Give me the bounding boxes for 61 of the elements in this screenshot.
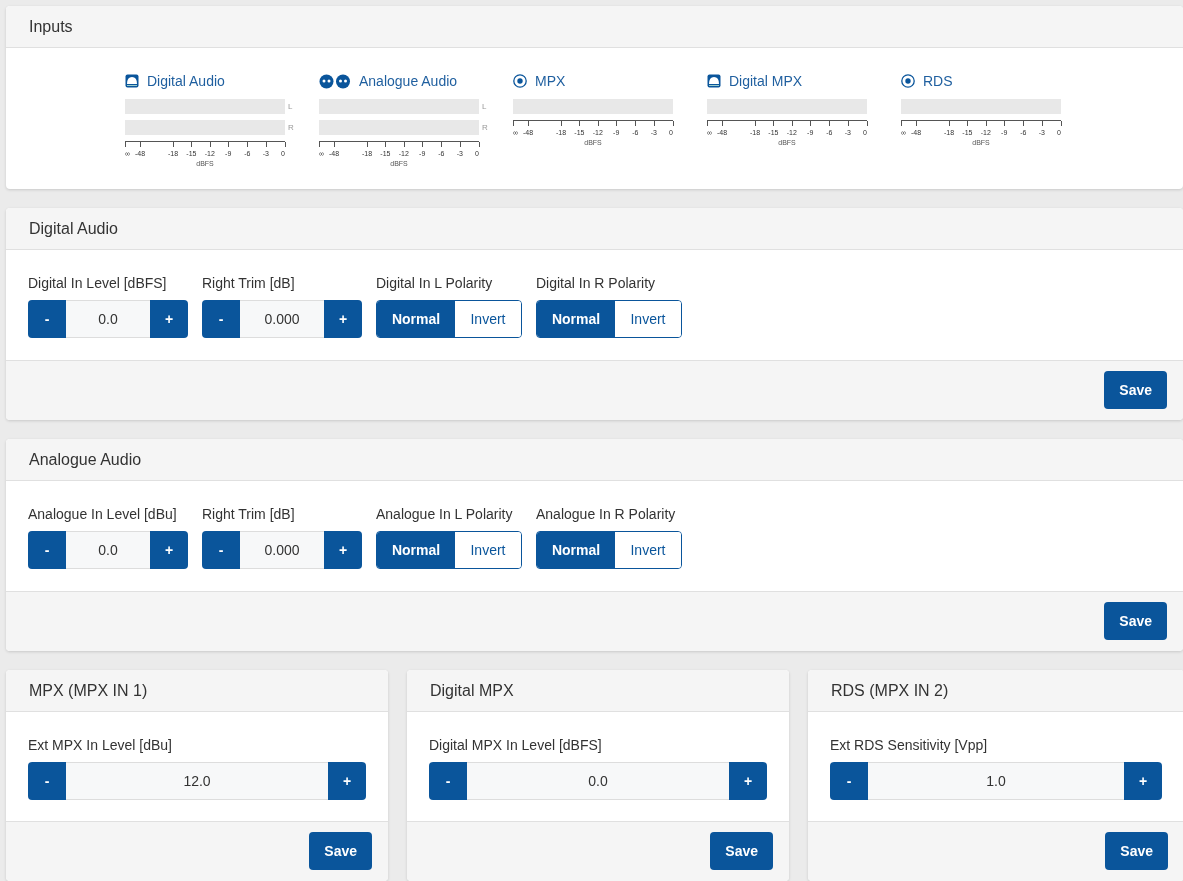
channel-label: L bbox=[482, 102, 488, 111]
increment-button[interactable]: + bbox=[150, 300, 188, 338]
digital-input-icon bbox=[707, 74, 721, 88]
radio-dot-icon bbox=[901, 74, 915, 88]
field-label: Analogue In L Polarity bbox=[376, 506, 513, 522]
decrement-button[interactable]: - bbox=[28, 300, 66, 338]
number-input[interactable]: 0.0 bbox=[66, 531, 150, 569]
channel-label: R bbox=[288, 123, 295, 132]
card-title: Inputs bbox=[29, 17, 73, 36]
decrement-button[interactable]: - bbox=[28, 531, 66, 569]
field-label: Digital In L Polarity bbox=[376, 275, 493, 291]
decrement-button[interactable]: - bbox=[202, 300, 240, 338]
number-input[interactable]: 1.0 bbox=[868, 762, 1124, 800]
polarity-option[interactable]: Normal bbox=[537, 301, 615, 337]
field-label: Digital In R Polarity bbox=[536, 275, 656, 291]
field-label: Digital MPX In Level [dBFS] bbox=[429, 737, 602, 753]
card-title: MPX (MPX IN 1) bbox=[29, 681, 148, 700]
save-button[interactable]: Save bbox=[1104, 602, 1167, 640]
decrement-button[interactable]: - bbox=[830, 762, 868, 800]
save-button[interactable]: Save bbox=[710, 832, 773, 870]
number-input[interactable]: 0.0 bbox=[66, 300, 150, 338]
increment-button[interactable]: + bbox=[729, 762, 767, 800]
meter-title: Analogue Audio bbox=[359, 73, 458, 89]
decrement-button[interactable]: - bbox=[429, 762, 467, 800]
meter-title: Digital MPX bbox=[729, 73, 803, 89]
card-title: Digital Audio bbox=[29, 219, 118, 238]
increment-button[interactable]: + bbox=[328, 762, 366, 800]
number-input[interactable]: 0.0 bbox=[467, 762, 729, 800]
increment-button[interactable]: + bbox=[324, 531, 362, 569]
number-input[interactable]: 12.0 bbox=[66, 762, 328, 800]
field-label: Analogue In Level [dBu] bbox=[28, 506, 177, 522]
card-title: RDS (MPX IN 2) bbox=[831, 681, 949, 700]
increment-button[interactable]: + bbox=[150, 531, 188, 569]
number-input[interactable]: 0.000 bbox=[240, 300, 324, 338]
increment-button[interactable]: + bbox=[324, 300, 362, 338]
save-button[interactable]: Save bbox=[1105, 832, 1168, 870]
save-button[interactable]: Save bbox=[1104, 371, 1167, 409]
polarity-option[interactable]: Normal bbox=[537, 532, 615, 568]
meter-title: MPX bbox=[535, 73, 566, 89]
channel-label: L bbox=[288, 102, 294, 111]
field-label: Ext RDS Sensitivity [Vpp] bbox=[830, 737, 988, 753]
meter-title: Digital Audio bbox=[147, 73, 225, 89]
field-label: Analogue In R Polarity bbox=[536, 506, 676, 522]
card-title: Analogue Audio bbox=[29, 450, 142, 469]
number-input[interactable]: 0.000 bbox=[240, 531, 324, 569]
decrement-button[interactable]: - bbox=[202, 531, 240, 569]
radio-dot-icon bbox=[513, 74, 527, 88]
polarity-option[interactable]: Normal bbox=[377, 301, 455, 337]
xlr-connector-icon bbox=[319, 73, 351, 89]
field-label: Digital In Level [dBFS] bbox=[28, 275, 167, 291]
field-label: Right Trim [dB] bbox=[202, 506, 295, 522]
increment-button[interactable]: + bbox=[1124, 762, 1162, 800]
field-label: Ext MPX In Level [dBu] bbox=[28, 737, 172, 753]
polarity-option[interactable]: Normal bbox=[377, 532, 455, 568]
digital-input-icon bbox=[125, 74, 139, 88]
meter-title: RDS bbox=[923, 73, 953, 89]
decrement-button[interactable]: - bbox=[28, 762, 66, 800]
card-title: Digital MPX bbox=[430, 681, 514, 700]
channel-label: R bbox=[482, 123, 489, 132]
save-button[interactable]: Save bbox=[309, 832, 372, 870]
field-label: Right Trim [dB] bbox=[202, 275, 295, 291]
